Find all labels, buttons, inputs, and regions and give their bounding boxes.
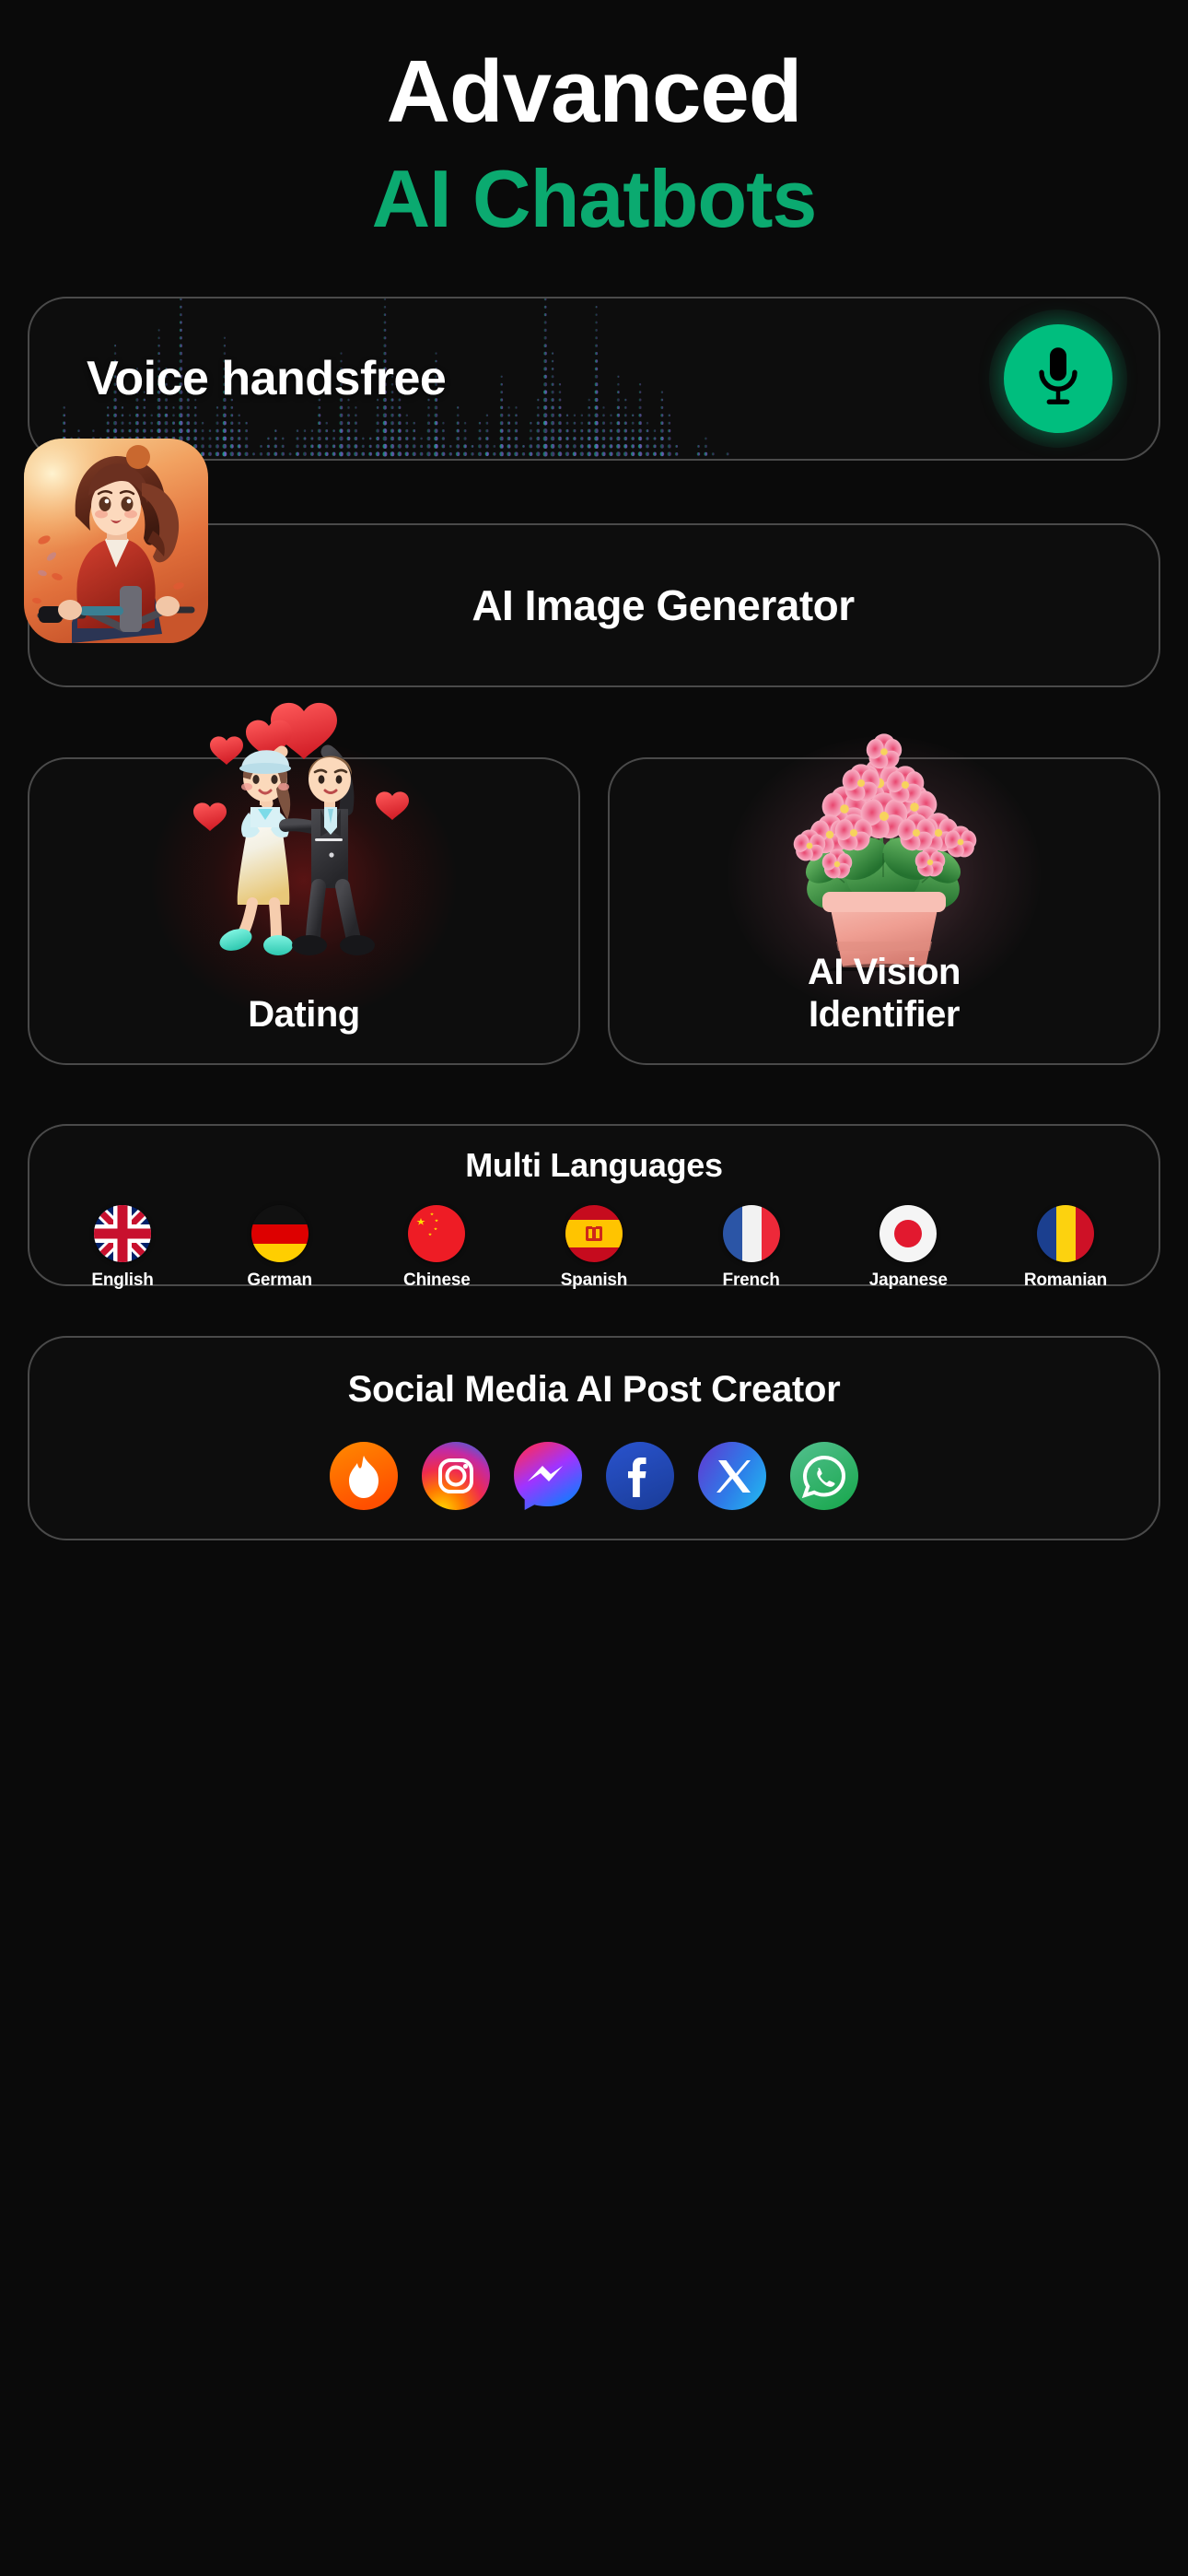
tinder-icon[interactable] [330, 1442, 398, 1510]
ai-image-generator-card[interactable]: AI Image Generator [24, 439, 1160, 687]
flag-spain [565, 1205, 623, 1262]
voice-handsfree-card[interactable]: Voice handsfree [28, 297, 1160, 461]
messenger-icon[interactable] [514, 1442, 582, 1510]
dating-card-glow [152, 743, 456, 1019]
language-item-german[interactable]: German [229, 1205, 331, 1291]
multi-languages-card[interactable]: Multi Languages English German Chinese S… [28, 1124, 1160, 1290]
page-title: Advanced AI Chatbots [0, 0, 1188, 240]
multi-languages-title: Multi Languages [465, 1146, 723, 1184]
ai-vision-card-label: AI Vision Identifier [808, 951, 961, 1036]
language-list: English German Chinese Spanish French Ja… [48, 1205, 1140, 1291]
ai-vision-label-line-1: AI Vision [808, 952, 961, 992]
language-item-french[interactable]: French [701, 1205, 802, 1291]
flag-france [722, 1205, 780, 1262]
language-item-romanian[interactable]: Romanian [1015, 1205, 1116, 1291]
language-label: Chinese [403, 1270, 471, 1290]
flag-germany [250, 1205, 309, 1262]
language-label: French [722, 1270, 780, 1290]
language-label: German [247, 1270, 312, 1290]
headline-line-2: AI Chatbots [371, 153, 818, 244]
instagram-icon[interactable] [422, 1442, 490, 1510]
flag-romania [1036, 1205, 1094, 1262]
language-item-english[interactable]: English [72, 1205, 173, 1291]
whatsapp-icon[interactable] [790, 1442, 858, 1510]
language-label: Romanian [1023, 1270, 1108, 1290]
language-item-spanish[interactable]: Spanish [543, 1205, 645, 1291]
flag-japan [879, 1205, 938, 1262]
ai-vision-label-line-2: Identifier [809, 994, 960, 1035]
ai-vision-identifier-card[interactable]: AI Vision Identifier [608, 733, 1160, 1065]
language-label: English [91, 1270, 154, 1290]
flag-united-kingdom [94, 1205, 151, 1262]
microphone-icon [1039, 347, 1077, 404]
x-twitter-icon[interactable] [698, 1442, 766, 1510]
dating-card[interactable]: Dating [28, 702, 580, 1065]
social-media-title: Social Media AI Post Creator [347, 1369, 841, 1410]
voice-handsfree-label: Voice handsfree [87, 352, 447, 405]
mic-button-halo [989, 310, 1127, 448]
language-item-chinese[interactable]: Chinese [386, 1205, 487, 1291]
feature-card-row: Dating AI Vision Identifier [28, 702, 1160, 1065]
mic-button[interactable] [1004, 324, 1112, 433]
social-icon-list [29, 1442, 1159, 1510]
language-label: Japanese [868, 1270, 948, 1290]
headline-line-1: Advanced [386, 42, 803, 141]
dating-card-label: Dating [248, 994, 360, 1035]
ai-image-generator-thumbnail [24, 439, 208, 643]
social-media-post-creator-card[interactable]: Social Media AI Post Creator [28, 1336, 1160, 1540]
flag-china [408, 1205, 466, 1262]
language-label: Spanish [560, 1270, 628, 1290]
language-item-japanese[interactable]: Japanese [857, 1205, 959, 1291]
facebook-icon[interactable] [606, 1442, 674, 1510]
